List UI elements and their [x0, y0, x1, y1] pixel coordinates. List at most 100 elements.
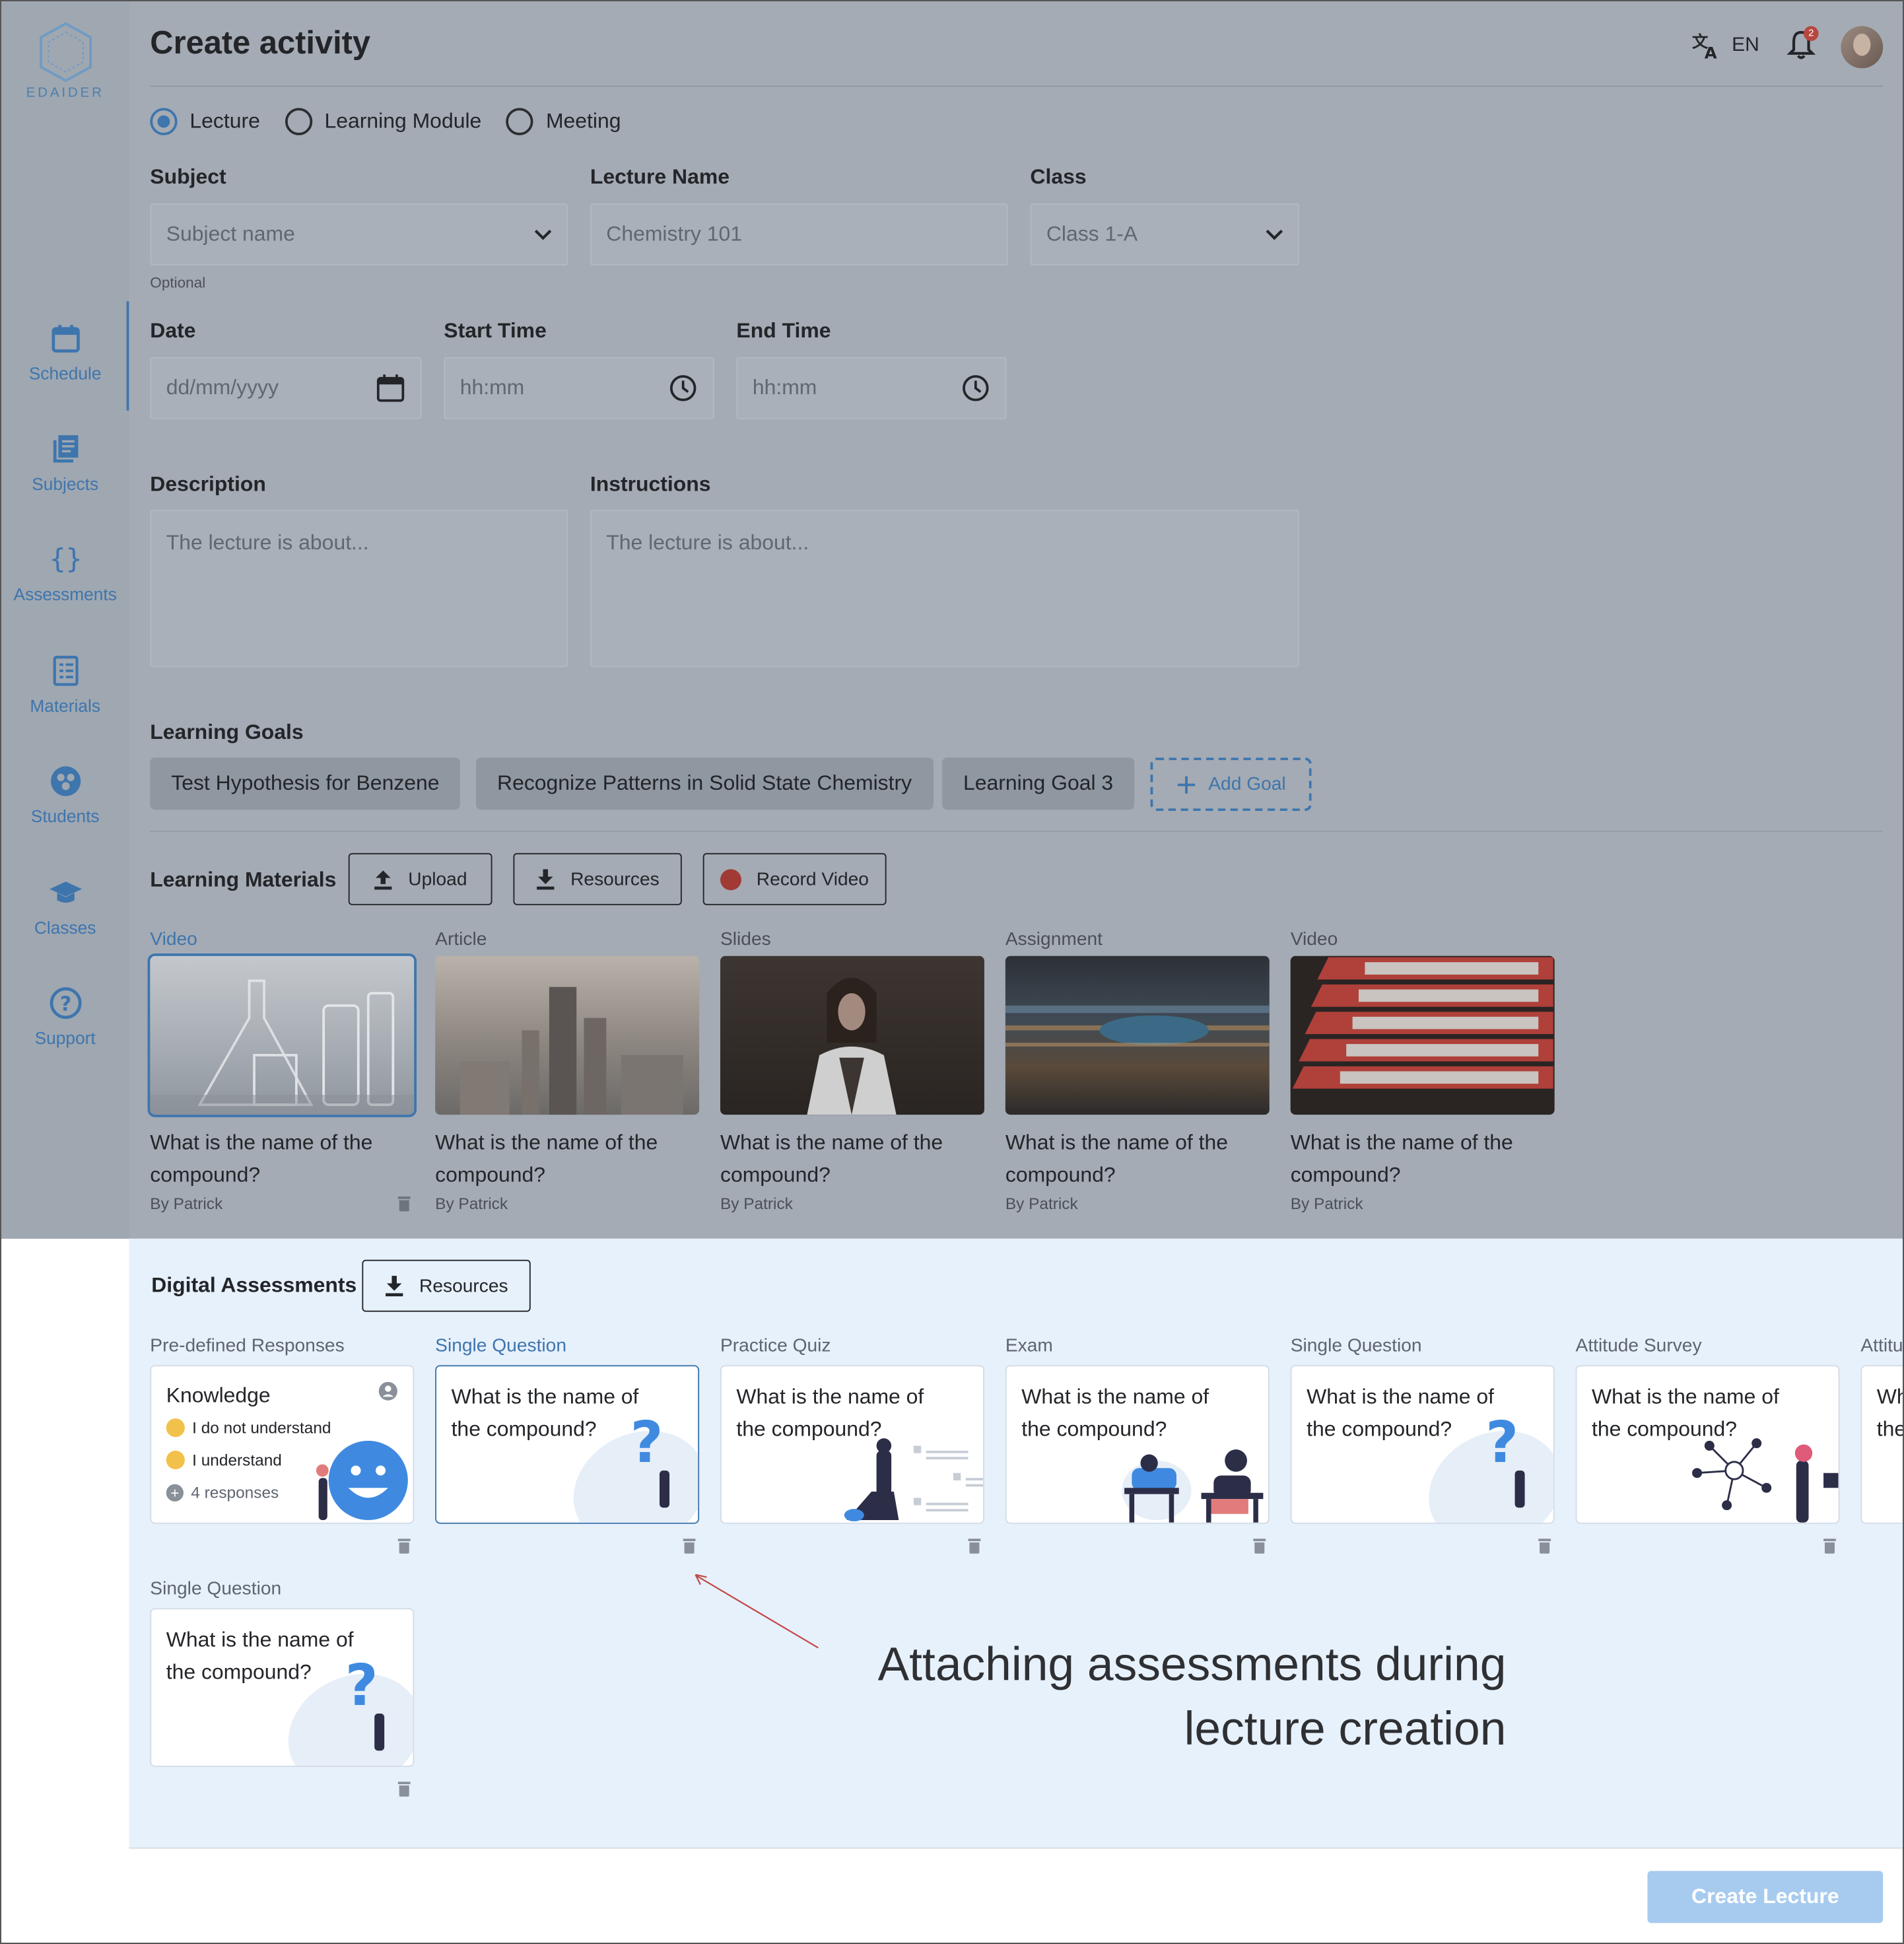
section-divider: [150, 831, 1884, 832]
instructions-textarea[interactable]: The lecture is about...: [590, 509, 1299, 668]
material-card[interactable]: Video What is the name of the compound? …: [1290, 928, 1556, 1212]
goal-chip[interactable]: Learning Goal 3: [942, 757, 1135, 810]
assessment-card[interactable]: Knowledge I do not understand I understa…: [150, 1365, 415, 1524]
language-selector[interactable]: 文A EN: [1692, 31, 1759, 61]
subject-select[interactable]: Subject name: [150, 203, 568, 265]
radio-learning-module[interactable]: Learning Module: [285, 108, 481, 135]
lecture-name-label: Lecture Name: [590, 164, 730, 189]
car-motion-image: [1005, 1005, 1270, 1047]
sidebar-item-label: Schedule: [28, 363, 102, 384]
radio-lecture[interactable]: Lecture: [150, 108, 260, 135]
sidebar-item-support[interactable]: ? Support: [1, 986, 129, 1048]
radio-empty-icon: [285, 108, 312, 135]
trash-icon[interactable]: [1538, 1539, 1551, 1554]
material-type: Article: [435, 928, 487, 950]
start-time-input[interactable]: hh:mm: [444, 357, 714, 419]
class-select[interactable]: Class 1-A: [1030, 203, 1299, 265]
annotation-line: Attaching assessments during: [877, 1639, 1507, 1692]
plus-circle-icon: +: [166, 1483, 184, 1501]
trash-icon[interactable]: [397, 1782, 411, 1797]
avatar[interactable]: [1841, 26, 1884, 69]
assessment-card[interactable]: What is the name of the compound? ?: [1290, 1365, 1555, 1524]
screenshot-frame: EDAIDER Schedule Subjects {} Assessments…: [0, 0, 1904, 1944]
calendar-icon[interactable]: [376, 373, 405, 403]
learning-goals-label: Learning Goals: [150, 720, 304, 744]
trash-icon[interactable]: [397, 1539, 411, 1554]
material-title: What is the name of the compound?: [720, 1130, 943, 1187]
lecture-name-placeholder: Chemistry 101: [606, 222, 743, 246]
person-illustration: [1514, 1470, 1525, 1508]
download-icon: [537, 869, 555, 890]
assessment-card[interactable]: What is the name of the compound?: [720, 1365, 984, 1524]
students-icon: [50, 766, 81, 796]
trash-icon[interactable]: [1823, 1539, 1836, 1554]
date-input[interactable]: dd/mm/yyyy: [150, 357, 422, 419]
language-code: EN: [1732, 34, 1759, 56]
notification-badge: 2: [1804, 26, 1819, 42]
material-card[interactable]: Assignment What is the name of the compo…: [1005, 928, 1271, 1212]
question-mark-icon: ?: [1485, 1408, 1519, 1476]
assessment-title: Wh the: [1876, 1385, 1904, 1441]
upload-button[interactable]: Upload: [348, 852, 493, 905]
assessment-card[interactable]: What is the name of the compound?: [1005, 1365, 1270, 1524]
sidebar-item-students[interactable]: Students: [1, 764, 129, 826]
resources-button[interactable]: Resources: [513, 852, 682, 905]
end-time-input[interactable]: hh:mm: [736, 357, 1007, 419]
clock-icon[interactable]: [961, 373, 990, 403]
assessment-title: Knowledge: [166, 1383, 271, 1408]
assessment-card[interactable]: What is the name of the compound?: [1575, 1365, 1840, 1524]
books-icon: [52, 435, 78, 463]
material-type: Slides: [720, 928, 771, 950]
svg-text:A: A: [1705, 43, 1717, 61]
material-title: What is the name of the compound?: [1290, 1130, 1513, 1187]
add-goal-button[interactable]: Add Goal: [1150, 757, 1312, 812]
assessment-card[interactable]: What is the name of the compound? ?: [150, 1608, 415, 1767]
material-thumbnail: [147, 953, 417, 1117]
resources-label: Resources: [419, 1275, 508, 1297]
record-video-button[interactable]: Record Video: [702, 852, 887, 905]
glassware-image: [150, 979, 415, 1115]
assessment-card[interactable]: Wh the: [1860, 1365, 1904, 1524]
author-text: By Patrick: [150, 1194, 223, 1213]
smile-emoji-icon: [166, 1450, 185, 1470]
create-lecture-button[interactable]: Create Lecture: [1647, 1871, 1884, 1924]
sidebar-item-subjects[interactable]: Subjects: [1, 432, 129, 493]
calendar-icon: [51, 325, 79, 353]
assessment-type: Single Question: [150, 1578, 282, 1600]
goal-chip[interactable]: Recognize Patterns in Solid State Chemis…: [476, 757, 934, 810]
upload-icon: [374, 870, 392, 890]
sidebar: EDAIDER Schedule Subjects {} Assessments…: [1, 1, 129, 1239]
lecture-name-input[interactable]: Chemistry 101: [590, 203, 1008, 265]
clock-icon[interactable]: [668, 373, 698, 403]
material-author: By Patrick: [150, 1194, 415, 1212]
description-textarea[interactable]: The lecture is about...: [150, 509, 568, 668]
resources-label: Resources: [570, 868, 660, 890]
trash-icon[interactable]: [968, 1539, 981, 1554]
goal-chip[interactable]: Test Hypothesis for Benzene: [150, 757, 461, 810]
assessment-type: Single Question: [435, 1335, 567, 1357]
trash-icon[interactable]: [397, 1197, 411, 1212]
trash-icon[interactable]: [1253, 1539, 1266, 1554]
sidebar-item-materials[interactable]: Materials: [1, 654, 129, 715]
radio-meeting[interactable]: Meeting: [506, 108, 621, 135]
svg-text:{}: {}: [49, 543, 82, 574]
material-card[interactable]: Slides What is the name of the compound?…: [720, 928, 986, 1212]
material-title: What is the name of the compound?: [1005, 1130, 1228, 1187]
document-icon: [52, 656, 78, 686]
radio-selected-icon: [150, 108, 178, 135]
assessment-card[interactable]: What is the name of the compound? ?: [435, 1365, 700, 1524]
radio-label: Meeting: [545, 109, 621, 133]
material-type: Assignment: [1005, 928, 1103, 950]
sidebar-item-classes[interactable]: Classes: [1, 876, 129, 938]
trash-icon[interactable]: [683, 1539, 696, 1554]
sidebar-item-label: Students: [30, 806, 100, 826]
sidebar-item-assessments[interactable]: {} Assessments: [1, 542, 129, 604]
assessment-type: Pre-defined Responses: [150, 1335, 345, 1357]
assessment-resources-button[interactable]: Resources: [362, 1259, 531, 1312]
material-card[interactable]: Article What is the name of the compound…: [435, 928, 700, 1212]
confused-emoji-icon: [166, 1418, 185, 1438]
material-card[interactable]: Video What is the name of the compound? …: [147, 928, 417, 1212]
end-time-placeholder: hh:mm: [752, 376, 817, 399]
sidebar-item-schedule[interactable]: Schedule: [1, 321, 129, 383]
response-option: I understand: [166, 1450, 282, 1470]
